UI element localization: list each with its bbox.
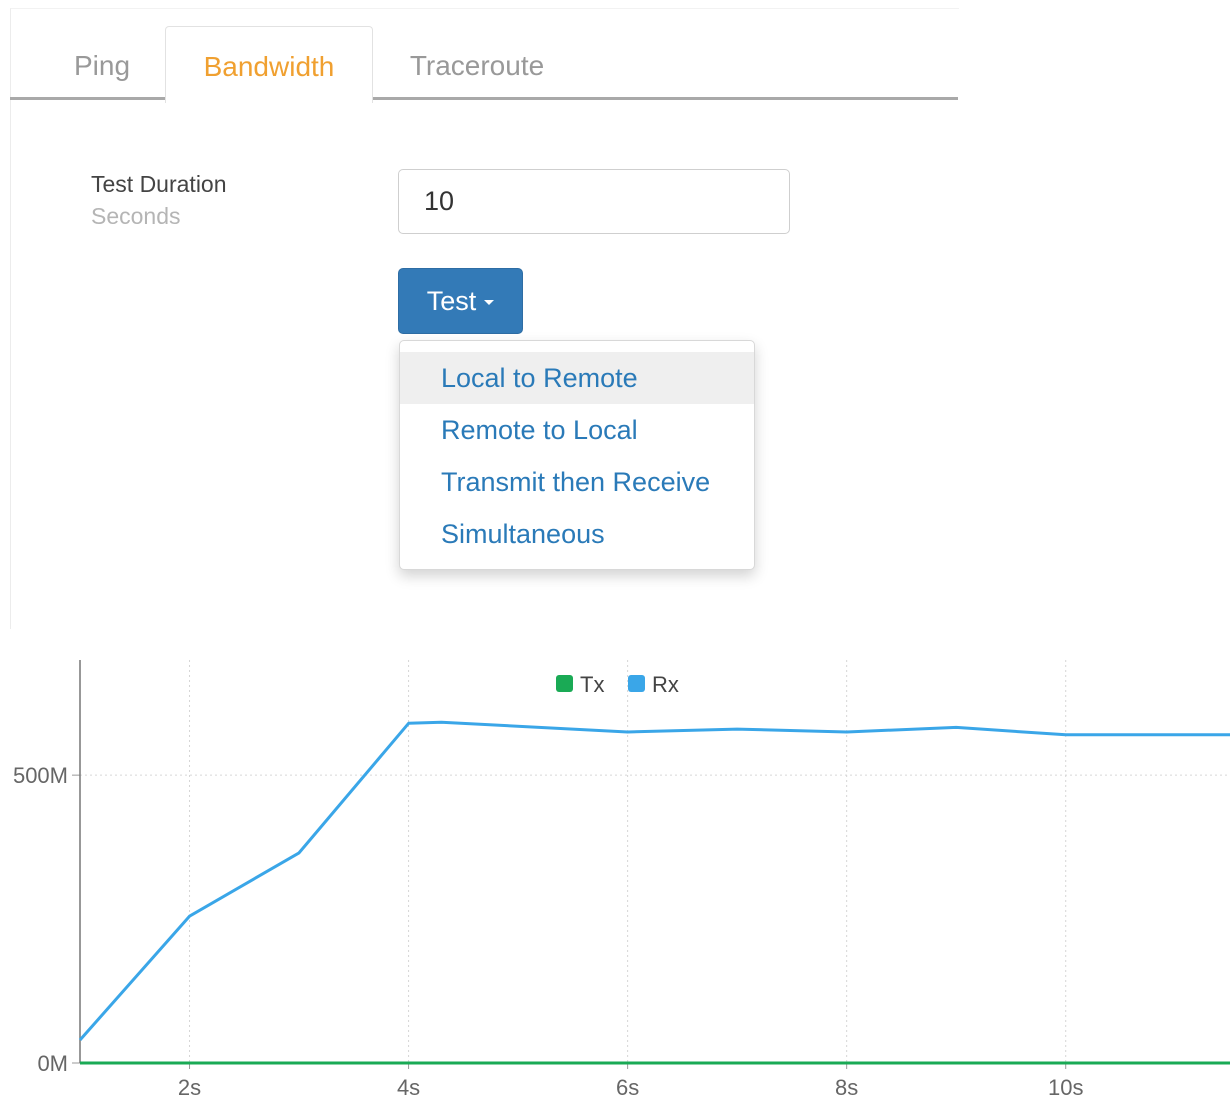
tab-traceroute[interactable]: Traceroute (372, 26, 582, 100)
test-duration-label: Test Duration (91, 171, 227, 197)
x-tick-label: 4s (397, 1075, 420, 1097)
test-button-label: Test (426, 285, 477, 316)
y-tick-label: 0M (37, 1051, 68, 1076)
bandwidth-chart: 2s 4s 6s 8s 10s 0M 500M Tx Rx (13, 660, 1230, 1097)
x-tick-label: 10s (1048, 1075, 1083, 1097)
menu-item-remote-to-local[interactable]: Remote to Local (400, 404, 754, 456)
test-dropdown-button[interactable]: Test (398, 268, 523, 334)
legend-swatch-tx (556, 675, 573, 692)
menu-item-local-to-remote[interactable]: Local to Remote (400, 352, 754, 404)
legend-label-rx: Rx (652, 672, 679, 697)
legend-swatch-rx (628, 675, 645, 692)
menu-item-transmit-then-receive[interactable]: Transmit then Receive (400, 456, 754, 508)
tab-bandwidth[interactable]: Bandwidth (165, 26, 373, 103)
tab-ping[interactable]: Ping (40, 26, 164, 100)
test-duration-input[interactable] (398, 169, 790, 234)
series-line-rx (78, 720, 1230, 1041)
menu-item-simultaneous[interactable]: Simultaneous (400, 508, 754, 560)
y-tick-label: 500M (13, 763, 68, 788)
x-tick-label: 6s (616, 1075, 639, 1097)
x-tick-label: 8s (835, 1075, 858, 1097)
x-tick-label: 2s (178, 1075, 201, 1097)
test-dropdown-menu: Local to Remote Remote to Local Transmit… (399, 340, 755, 570)
legend-label-tx: Tx (580, 672, 604, 697)
test-duration-unit: Seconds (91, 203, 181, 229)
caret-down-icon (484, 300, 495, 305)
